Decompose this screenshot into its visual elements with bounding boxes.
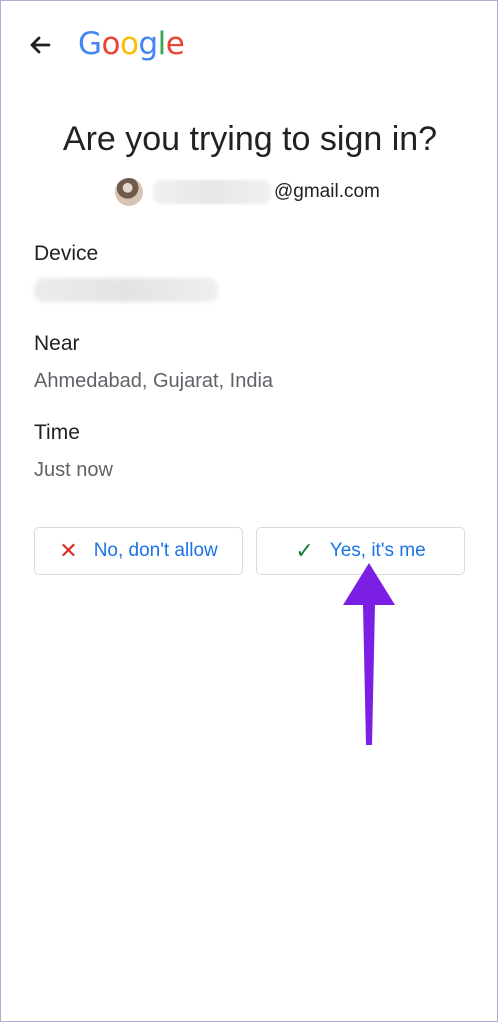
redacted-email-local-part: [153, 180, 271, 204]
redacted-device-name: [34, 278, 218, 302]
near-label: Near: [34, 332, 80, 355]
time-label: Time: [34, 421, 80, 444]
deny-button-label: No, don't allow: [93, 540, 218, 561]
back-arrow-icon[interactable]: [24, 29, 56, 61]
google-logo: Google: [78, 26, 185, 62]
email-domain: @gmail.com: [274, 181, 380, 202]
allow-button-label: Yes, it's me: [329, 540, 426, 561]
close-icon: ✕: [59, 538, 78, 563]
location-section: Near Ahmedabad, Gujarat, India: [34, 332, 273, 393]
deny-sign-in-button[interactable]: ✕ No, don't allow: [34, 527, 243, 575]
check-icon: ✓: [295, 538, 314, 563]
top-bar: Google: [0, 0, 500, 90]
avatar: [115, 178, 143, 206]
pointer-arrow-icon: [343, 563, 395, 745]
page-title: Are you trying to sign in?: [62, 120, 438, 158]
device-section: Device: [34, 242, 218, 302]
location-value: Ahmedabad, Gujarat, India: [34, 370, 274, 392]
device-label: Device: [34, 242, 99, 265]
account-row: @gmail.com: [115, 175, 380, 209]
time-section: Time Just now: [34, 421, 113, 482]
time-value: Just now: [34, 459, 113, 481]
